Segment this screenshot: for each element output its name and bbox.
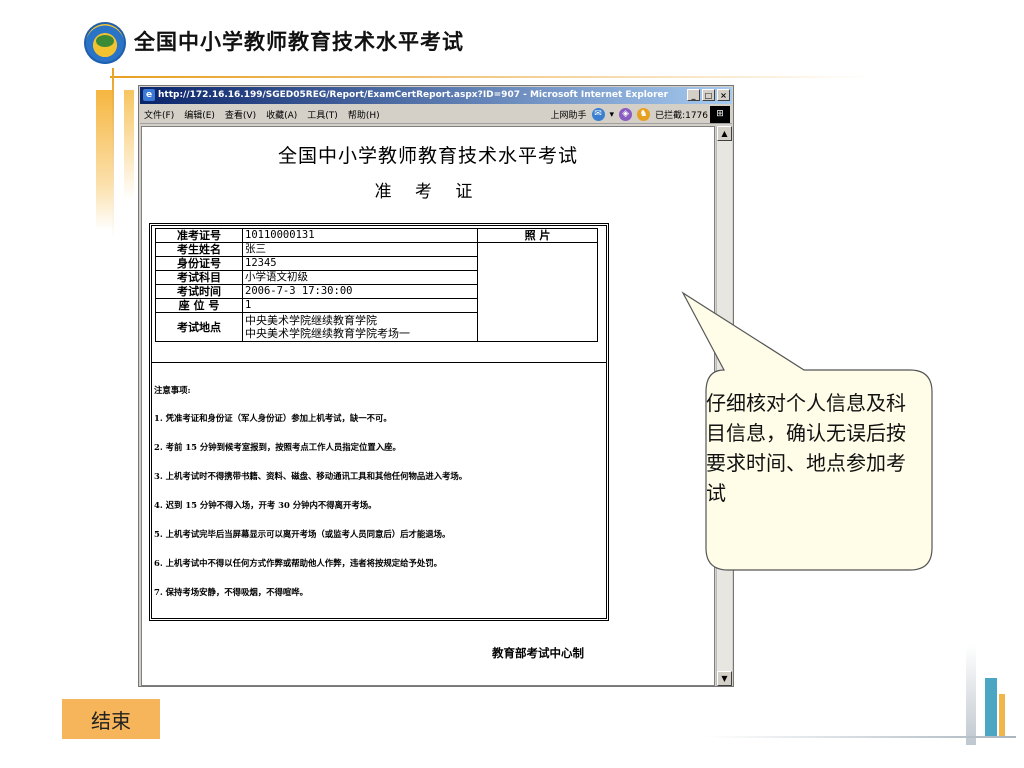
chevron-down-icon[interactable]: ▾ <box>610 110 615 120</box>
top-divider <box>110 76 870 78</box>
maximize-button[interactable]: □ <box>702 89 715 101</box>
info-section-divider <box>152 226 607 363</box>
menu-file[interactable]: 文件(F) <box>144 108 174 121</box>
admission-ticket: 准考证号 10110000131 照 片 考生姓名 张三 身份证号 12345 … <box>149 223 609 621</box>
menu-favorites[interactable]: 收藏(A) <box>266 108 297 121</box>
corner-accent-grey <box>966 645 976 745</box>
corner-accent-teal <box>985 678 997 738</box>
note-item: 3. 上机考试时不得携带书籍、资料、磁盘、移动通讯工具和其他任何物品进入考场。 <box>154 471 468 481</box>
scroll-down-icon[interactable]: ▼ <box>717 671 732 686</box>
left-accent-bar-2 <box>124 90 134 200</box>
menu-help[interactable]: 帮助(H) <box>348 108 380 121</box>
scroll-up-icon[interactable]: ▲ <box>717 126 732 141</box>
menu-bar: 文件(F) 编辑(E) 查看(V) 收藏(A) 工具(T) 帮助(H) 上网助手… <box>140 105 732 124</box>
note-item: 6. 上机考试中不得以任何方式作弊或帮助他人作弊，违者将按规定给予处罚。 <box>154 558 443 568</box>
window-title: http://172.16.16.199/SGED05REG/Report/Ex… <box>158 90 669 100</box>
close-button[interactable]: × <box>717 89 730 101</box>
ie-icon: e <box>143 89 155 101</box>
note-item: 2. 考前 15 分钟到候考室报到，按照考点工作人员指定位置入座。 <box>154 442 401 452</box>
note-item: 1. 凭准考证和身份证（军人身份证）参加上机考试，缺一不可。 <box>154 413 392 423</box>
window-titlebar[interactable]: e http://172.16.16.199/SGED05REG/Report/E… <box>140 87 732 104</box>
windows-logo-icon: ⊞ <box>710 106 730 123</box>
note-item: 4. 迟到 15 分钟不得入场，开考 30 分钟内不得离开考场。 <box>154 500 377 510</box>
exam-logo-icon <box>84 22 126 64</box>
menu-view[interactable]: 查看(V) <box>225 108 256 121</box>
messenger-icon[interactable]: ◈ <box>619 108 633 121</box>
end-button[interactable]: 结束 <box>62 699 160 739</box>
blocked-count: 已拦截:1776 <box>655 111 708 121</box>
note-item: 7. 保持考场安静，不得吸烟，不得喧哗。 <box>154 587 309 597</box>
document-subtitle: 准 考 证 <box>374 182 482 202</box>
document-title: 全国中小学教师教育技术水平考试 <box>277 145 578 167</box>
left-accent-bar <box>96 90 112 230</box>
page-viewport: 全国中小学教师教育技术水平考试 准 考 证 准考证号 10110000131 照… <box>141 126 715 686</box>
left-divider <box>112 68 114 238</box>
mail-icon[interactable]: ✉ <box>591 108 605 121</box>
browser-window: e http://172.16.16.199/SGED05REG/Report/E… <box>138 85 734 687</box>
issuer-footer: 教育部考试中心制 <box>492 646 584 660</box>
callout-text: 仔细核对个人信息及科目信息，确认无误后按要求时间、地点参加考试 <box>706 391 906 505</box>
notes-title: 注意事项: <box>154 385 191 395</box>
minimize-button[interactable]: _ <box>687 89 700 101</box>
note-item: 5. 上机考试完毕后当屏幕显示可以离开考场（或监考人员同意后）后才能退场。 <box>154 529 451 539</box>
menu-edit[interactable]: 编辑(E) <box>184 108 215 121</box>
menu-tools[interactable]: 工具(T) <box>307 108 338 121</box>
slide-title: 全国中小学教师教育技术水平考试 <box>134 30 464 54</box>
callout-bubble: 仔细核对个人信息及科目信息，确认无误后按要求时间、地点参加考试 <box>680 290 940 580</box>
assistant-button[interactable]: 上网助手 <box>551 108 587 121</box>
corner-accent-orange <box>999 694 1005 738</box>
popup-blocker-icon: ♞ <box>637 108 651 121</box>
bottom-divider <box>706 736 1016 738</box>
